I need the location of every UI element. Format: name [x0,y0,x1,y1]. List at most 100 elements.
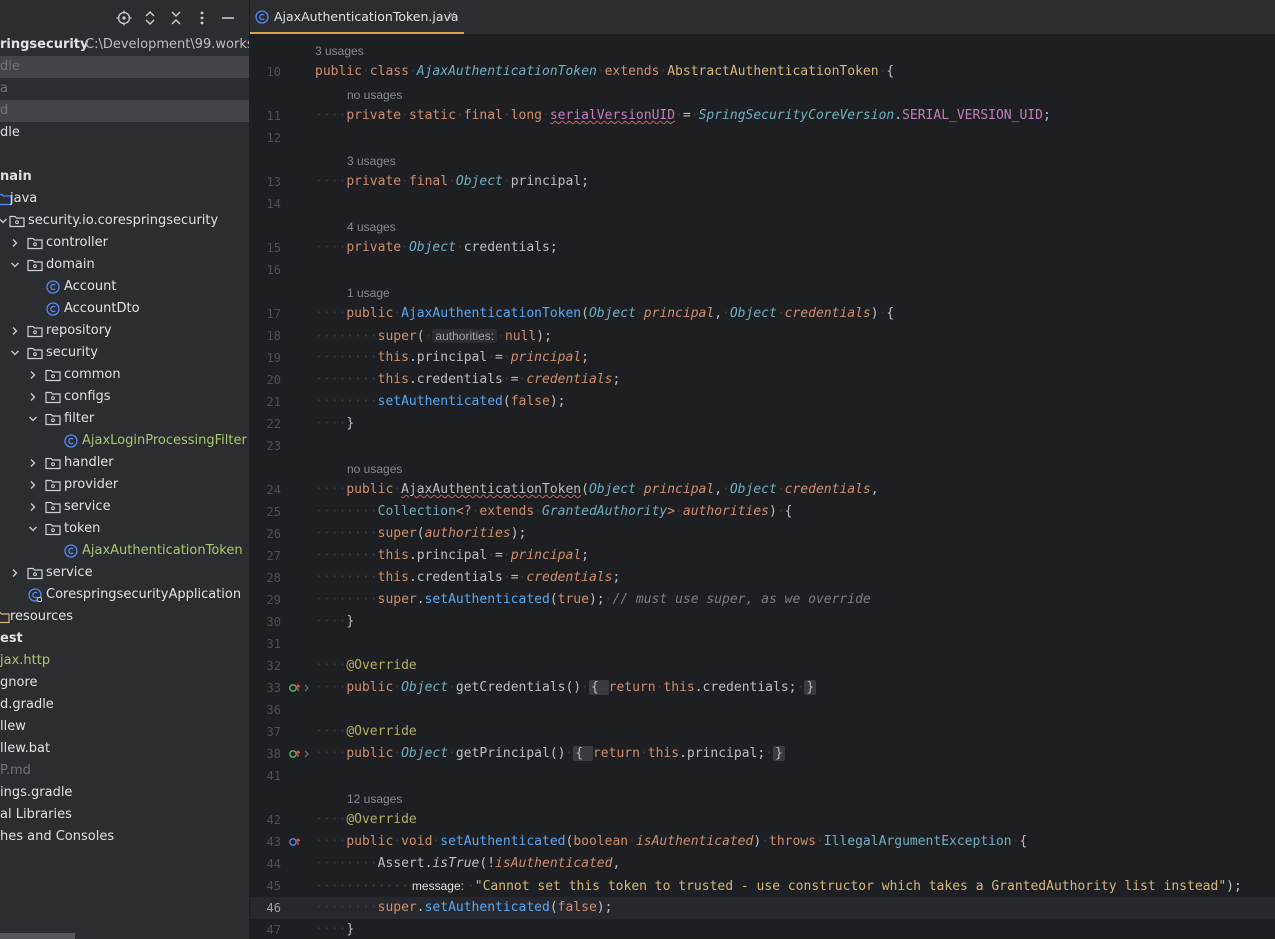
tree-item-label: est [0,631,23,646]
code-line: 44 ········Assert.isTrue(!isAuthenticate… [250,853,1275,875]
code-text: ····private·static·final·long·serialVers… [315,108,1051,123]
tree-item[interactable]: a [0,78,249,100]
chevron-right-icon[interactable] [28,392,38,402]
code-text: ········this.principal·=·principal; [315,350,589,365]
usages-hint[interactable]: no usages [347,458,402,480]
tree-item-test[interactable]: est [0,628,249,650]
java-class-icon [255,10,269,24]
tree-item-account[interactable]: Account [0,276,249,298]
chevron-down-icon[interactable] [28,524,38,534]
tree-item[interactable]: P.md [0,760,249,782]
code-text: ····public·Object·getPrincipal()· {· retur… [315,746,785,761]
tree-item[interactable]: dle [0,56,249,78]
tree-item-label: P.md [0,763,31,778]
code-line: 28 ········this.credentials·=·credential… [250,567,1275,589]
tree-item[interactable]: d.gradle [0,694,249,716]
chevron-right-icon[interactable] [10,238,20,248]
tree-item-service[interactable]: service [0,496,249,518]
line-number: 13 [266,175,281,189]
chevron-right-icon[interactable] [10,568,20,578]
tree-item-label: llew [0,719,26,734]
tree-item-ajax-http[interactable]: jax.http [0,650,249,672]
usages-hint[interactable]: 4 usages [347,216,396,238]
chevron-right-icon[interactable] [28,458,38,468]
line-number: 32 [266,659,281,673]
tree-item[interactable]: dle [0,122,249,144]
override-gutter-icon[interactable] [288,682,312,694]
tree-item-scratches[interactable]: hes and Consoles [0,826,249,848]
tree-item-label: dle [0,59,20,74]
expand-collapse-icon[interactable] [142,10,158,26]
usages-hint[interactable]: 1 usage [347,282,390,304]
close-tab-icon[interactable]: × [447,8,457,22]
tree-item-service[interactable]: service [0,562,249,584]
usages-hint[interactable]: 3 usages [315,40,364,62]
tree-item-configs[interactable]: configs [0,386,249,408]
tree-item-common[interactable]: common [0,364,249,386]
code-line: 37 ····@Override [250,721,1275,743]
chevron-down-icon[interactable] [0,216,8,226]
tree-item-label: provider [64,477,119,492]
tree-item-label: filter [64,411,95,426]
tree-item-handler[interactable]: handler [0,452,249,474]
tree-item-label: common [64,367,121,382]
more-options-icon[interactable] [194,10,210,26]
tree-item-ajax-authentication-token[interactable]: AjaxAuthenticationToken [0,540,249,562]
chevron-right-icon[interactable] [28,370,38,380]
tree-item-domain[interactable]: domain [0,254,249,276]
tree-item[interactable]: gnore [0,672,249,694]
tree-item[interactable]: d [0,100,249,122]
tree-item[interactable] [0,144,249,166]
tree-item-resources[interactable]: resources [0,606,249,628]
project-toolbar [0,0,249,36]
package-folder-icon [27,259,43,272]
tree-item-label: al Libraries [0,807,72,822]
tree-item-main[interactable]: nain [0,166,249,188]
locate-icon[interactable] [116,10,132,26]
chevron-right-icon[interactable] [10,326,20,336]
tree-item-application[interactable]: CorespringsecurityApplication [0,584,249,606]
horizontal-scrollbar[interactable] [0,933,75,939]
line-number: 14 [266,197,281,211]
tree-item-token[interactable]: token [0,518,249,540]
tree-item-security[interactable]: security [0,342,249,364]
usages-hint[interactable]: 3 usages [347,150,396,172]
tree-item-label: llew.bat [0,741,51,756]
code-line: 15 ····private·Object·credentials; [250,237,1275,259]
tree-item-package[interactable]: security.io.corespringsecurity [0,210,249,232]
line-number: 21 [266,395,281,409]
tree-item-libraries[interactable]: al Libraries [0,804,249,826]
tree-item-label: AjaxLoginProcessingFilter [82,433,247,448]
hide-icon[interactable] [220,10,236,26]
tree-item-filter[interactable]: filter [0,408,249,430]
code-editor: AjaxAuthenticationToken.java × 3 usages … [250,0,1275,939]
tree-item-label: resources [10,609,74,624]
tree-item[interactable]: ings.gradle [0,782,249,804]
tree-item-controller[interactable]: controller [0,232,249,254]
override-gutter-icon[interactable] [288,748,312,760]
tree-item-repository[interactable]: repository [0,320,249,342]
collapse-all-icon[interactable] [168,10,184,26]
tree-item-java[interactable]: java [0,188,249,210]
tree-item[interactable]: llew.bat [0,738,249,760]
chevron-down-icon[interactable] [10,348,20,358]
usages-hint[interactable]: 12 usages [347,788,402,810]
chevron-right-icon[interactable] [28,480,38,490]
tree-item-provider[interactable]: provider [0,474,249,496]
line-number: 47 [266,923,281,937]
code-comment: // must use super, as we override [612,592,871,607]
tree-item[interactable]: llew [0,716,249,738]
chevron-down-icon[interactable] [28,414,38,424]
tab-label: AjaxAuthenticationToken.java [274,9,459,24]
usages-hint[interactable]: no usages [347,84,402,106]
chevron-right-icon[interactable] [28,502,38,512]
code-text: ····} [315,614,355,629]
tree-item-accountdto[interactable]: AccountDto [0,298,249,320]
tree-item-ajax-login-processing-filter[interactable]: AjaxLoginProcessingFilter [0,430,249,452]
chevron-down-icon[interactable] [10,260,20,270]
tab-ajax-authentication-token[interactable]: AjaxAuthenticationToken.java × [250,0,464,34]
project-root[interactable]: ringsecurity C:\Development\99.worksp [0,34,249,56]
override-gutter-icon[interactable] [288,836,312,848]
code-text: ····public·AjaxAuthenticationToken(Objec… [315,306,895,321]
tree-item-label: service [64,499,111,514]
